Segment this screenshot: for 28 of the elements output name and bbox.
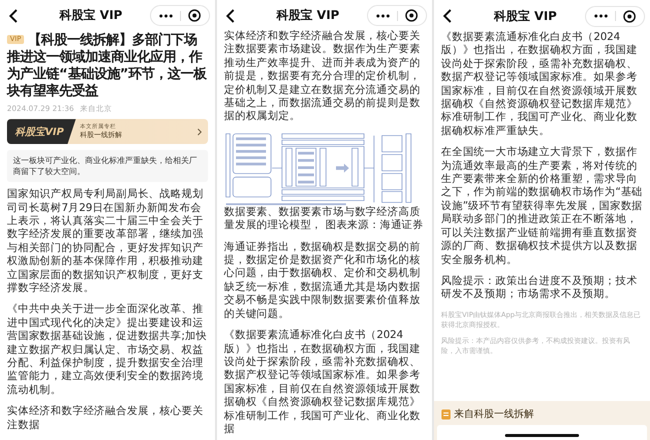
back-icon[interactable] (443, 9, 452, 23)
back-icon[interactable] (226, 8, 235, 22)
back-icon[interactable] (9, 8, 18, 23)
paragraph: 《数据要素流通标准化白皮书（2024版）》也指出，在数据确权方面，我国建设尚处于探索阶段，亟需补充数据确权、数据产权登记等领域国家标准。如果参考国家标准，目前仅在自然资源领域开展数据确权《自然资源确权登记数据库规范》标准研制工作，我国可产业化、商业化数据确权标准严重缺失。 (441, 31, 638, 138)
paragraph: 《中共中央关于进一步全面深化改革、推进中国式现代化的决定》提出要建设和运营国家数据基础设施，促进数据共享;加快建立数据产权归属认定、市场交易、权益分配、利益保护制度，提升数据安全治理监管能力，建立高效便利安全的数据跨境流动机制。 (7, 303, 208, 398)
paragraph: 在全国统一大市场建立大背景下，数据作为流通效率最高的生产要素，将对传统的生产要素带来全新的价格重塑，需求导向之下，作为前端的数据确权市场作为“基础设施”级环节有望获得率先发展，国家数据局联动多部门的推进政策正在不断落地，可以关注数据产业链前端拥有垂直数据资源的厂商、数据确权技术提供方以及数据安全服务机构。 (441, 146, 643, 267)
paragraph: 《数据要素流通标准化白皮书（2024版）》也指出，在数据确权方面，我国建设尚处于探索阶段，亟需补充数据确权、数据产权登记等领域国家标准。如果参考国家标准，目前仅在自然资源领域开展数据确权《自然资源确权登记数据库规范》标准研制工作，我国可产业化、商业化数据 (224, 329, 422, 436)
source-card[interactable]: 来自科股一线拆解 (434, 401, 650, 440)
close-icon[interactable] (188, 9, 201, 22)
close-icon[interactable] (405, 9, 418, 22)
source-title: 来自科股一线拆解 (454, 408, 534, 421)
more-icon[interactable] (159, 14, 173, 18)
paragraph: 海通证券指出，数据确权是数据交易的前提，数据定价是数据资产化和市场化的核心问题，由于数据确权、定价和交易机制缺乏统一标准，数据流通尤其是场内数据交易不畅是实践中限制数据要素价值释放的关键问题。 (224, 240, 422, 322)
paragraph: 风险提示：政策出台进度不及预期；技术研发不及预期；市场需求不及预期。 (441, 274, 638, 302)
nav-title: 科股宝 VIP (275, 7, 340, 24)
paragraph: 数据要素、数据要素市场与数字经济高质量发展的理论模型， 图表来源：海通证券 (224, 206, 424, 233)
nav-title: 科股宝 VIP (58, 7, 124, 24)
summary-quote: 这一板块可产业化、商业化标准严重缺失，给相关厂商留下了较大空间。 (7, 150, 208, 182)
more-icon[interactable] (376, 14, 390, 18)
document-icon (441, 408, 451, 420)
paragraph: 实体经济和数字经济融合发展，核心要关注数据要素市场建设。数据作为生产要素推动生产效率提升、进而并表成为资产的前提是，数据要有充分合理的定价机制，定价机制又是建立在数据充分流通交易的基础之上，而数据流通交易的前提则是数据的权属划定。 (224, 30, 422, 124)
more-icon[interactable] (594, 14, 608, 18)
paragraph: 国家知识产权局专利局副局长、战略规划司司长葛树7月29日在国新办新闻发布会上表示，将认真落实二十届三中全会关于数字经济发展的重要改革部署，继续加强与相关部门的协同配合，更好发挥知识产权激励创新的基本保障作用，积极推动建立国家层面的数据知识产权制度，更好支撑数字经济发展。 (7, 188, 204, 296)
column-logo: 科股宝VIP (7, 119, 76, 144)
paragraph: 实体经济和数字经济融合发展，核心要关注数据 (7, 405, 204, 432)
nav-title: 科股宝 VIP (492, 8, 558, 24)
chevron-right-icon (197, 128, 202, 136)
close-icon[interactable] (623, 10, 636, 22)
